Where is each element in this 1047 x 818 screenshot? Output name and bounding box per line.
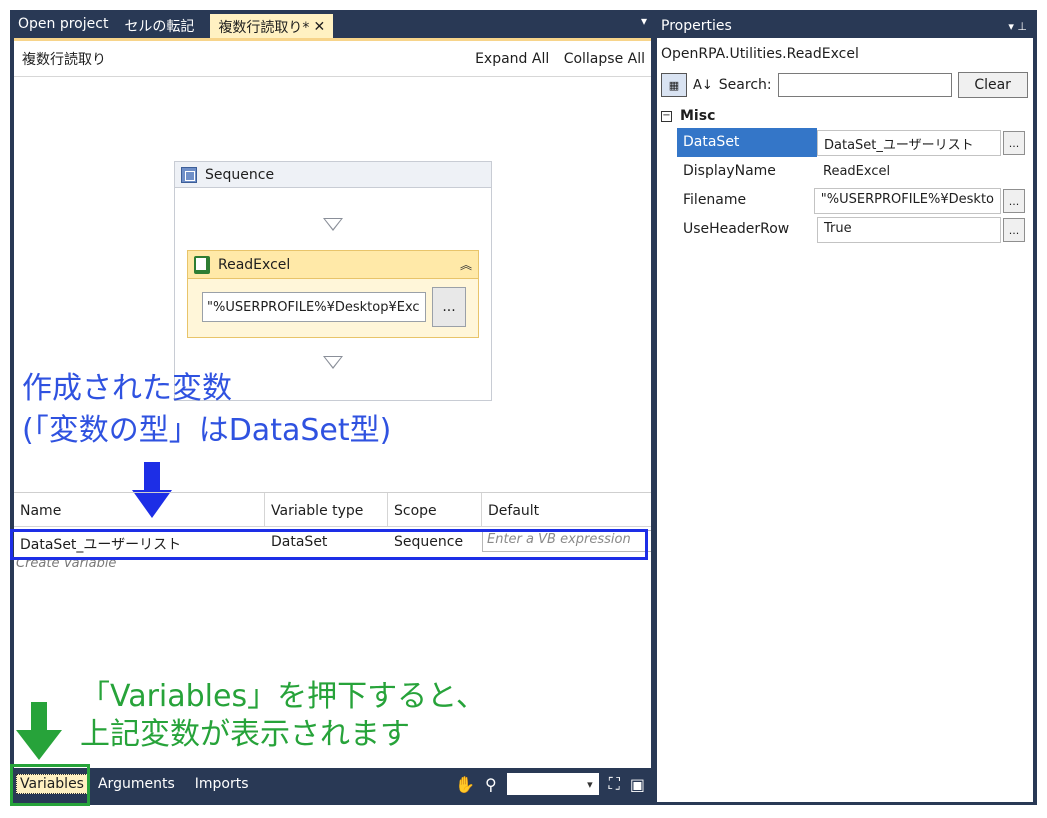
property-value-input[interactable]: DataSet_ユーザーリスト — [817, 129, 1001, 156]
property-name[interactable]: Filename — [677, 186, 814, 215]
ellipsis-button[interactable]: ... — [1003, 188, 1025, 213]
tab-dropdown-icon[interactable]: ▾ — [635, 14, 653, 38]
annotation-green-line2: 上記変数が表示されます — [80, 717, 410, 752]
annotation-green: 「Variables」を押下すると、 上記変数が表示されます — [80, 678, 486, 754]
property-row-displayname[interactable]: DisplayName ReadExcel — [677, 157, 1033, 186]
properties-panel: OpenRPA.Utilities.ReadExcel ▦ A↓ Search:… — [657, 38, 1033, 802]
close-icon[interactable]: ✕ — [313, 19, 325, 35]
column-header-default[interactable]: Default — [482, 493, 651, 526]
drop-target-arrow-icon[interactable] — [323, 218, 343, 231]
categorized-icon[interactable]: ▦ — [661, 73, 687, 97]
sort-alpha-icon[interactable]: A↓ — [693, 78, 713, 93]
down-arrow-green-icon — [16, 702, 62, 760]
annotation-blue-line2: (「変数の型」はDataSet型) — [22, 413, 392, 448]
column-header-type[interactable]: Variable type — [265, 493, 388, 526]
property-value-input[interactable]: True — [817, 216, 1001, 243]
document-tabbar: Open project セルの転記 複数行読取り* ✕ ▾ — [10, 14, 653, 38]
tab-multi-row-read[interactable]: 複数行読取り* ✕ — [210, 14, 334, 38]
readexcel-header: ReadExcel ︽ — [188, 251, 478, 279]
collapse-chevron-icon[interactable]: ︽ — [460, 256, 472, 273]
imports-tab[interactable]: Imports — [185, 776, 259, 792]
fit-to-screen-icon[interactable]: ⛶ — [609, 774, 620, 794]
zoom-controls: ✋ ⚲ ▾ ⛶ ▣ — [455, 773, 653, 795]
readexcel-activity[interactable]: ReadExcel ︽ "%USERPROFILE%¥Desktop¥Exc .… — [187, 250, 479, 338]
property-name[interactable]: DataSet — [677, 128, 817, 157]
magnifier-icon[interactable]: ⚲ — [485, 775, 497, 794]
designer-bottom-toolbar: Variables Arguments Imports ✋ ⚲ ▾ ⛶ ▣ — [10, 768, 653, 800]
category-misc[interactable]: − Misc — [657, 104, 1033, 128]
property-value-input[interactable]: ReadExcel — [817, 160, 896, 183]
column-header-name[interactable]: Name — [14, 493, 265, 526]
expand-all-link[interactable]: Expand All — [475, 51, 549, 67]
arguments-tab[interactable]: Arguments — [88, 776, 185, 792]
browse-button[interactable]: ... — [432, 287, 466, 327]
collapse-all-link[interactable]: Collapse All — [564, 51, 645, 67]
sequence-activity[interactable]: Sequence ReadExcel ︽ "%USERPROFILE%¥Desk… — [174, 161, 492, 401]
property-name[interactable]: DisplayName — [677, 157, 817, 186]
sequence-header: Sequence — [175, 162, 491, 188]
sequence-title: Sequence — [205, 166, 275, 183]
sequence-icon — [181, 166, 197, 183]
search-label: Search: — [718, 77, 772, 93]
property-name[interactable]: UseHeaderRow — [677, 215, 817, 244]
tab-cell-transfer[interactable]: セルの転記 — [116, 14, 202, 38]
annotation-blue: 作成された変数 (「変数の型」はDataSet型) — [22, 368, 391, 452]
tab-open-project[interactable]: Open project — [10, 14, 116, 38]
excel-icon — [194, 255, 210, 274]
tab-label: 複数行読取り* — [218, 20, 310, 36]
selected-type: OpenRPA.Utilities.ReadExcel — [661, 46, 859, 62]
row-highlight-box — [10, 529, 648, 560]
ellipsis-button[interactable]: ... — [1003, 217, 1025, 242]
ellipsis-button[interactable]: ... — [1003, 130, 1025, 155]
annotation-green-line1: 「Variables」を押下すると、 — [80, 679, 486, 714]
property-row-dataset[interactable]: DataSet DataSet_ユーザーリスト ... — [677, 128, 1033, 157]
properties-titlebar: Properties ▾ ⊥ — [657, 14, 1033, 38]
clear-button[interactable]: Clear — [957, 72, 1028, 98]
designer-header: 複数行読取り Expand All Collapse All — [14, 41, 651, 77]
readexcel-title: ReadExcel — [218, 256, 291, 273]
overview-map-icon[interactable]: ▣ — [630, 775, 645, 794]
pin-icon[interactable]: ▾ ⊥ — [1008, 20, 1033, 33]
collapse-minus-icon[interactable]: − — [661, 110, 672, 122]
property-row-useheaderrow[interactable]: UseHeaderRow True ... — [677, 215, 1033, 244]
column-header-scope[interactable]: Scope — [388, 493, 482, 526]
search-input[interactable] — [777, 73, 952, 97]
property-row-filename[interactable]: Filename "%USERPROFILE%¥Deskto ... — [677, 186, 1033, 215]
variables-highlight-box — [10, 764, 90, 806]
properties-title: Properties — [661, 18, 732, 34]
pan-hand-icon[interactable]: ✋ — [455, 775, 475, 794]
annotation-blue-line1: 作成された変数 — [22, 371, 232, 406]
expand-collapse-links: Expand All Collapse All — [465, 51, 645, 67]
zoom-dropdown[interactable]: ▾ — [506, 773, 599, 795]
variables-header-row: Name Variable type Scope Default — [14, 493, 651, 527]
filename-input[interactable]: "%USERPROFILE%¥Desktop¥Exc — [202, 292, 426, 322]
properties-search-bar: ▦ A↓ Search: Clear — [657, 70, 1033, 100]
category-label: Misc — [680, 108, 716, 124]
property-value-input[interactable]: "%USERPROFILE%¥Deskto — [813, 187, 1001, 214]
readexcel-body: "%USERPROFILE%¥Desktop¥Exc ... — [188, 279, 478, 327]
breadcrumb[interactable]: 複数行読取り — [22, 49, 106, 69]
